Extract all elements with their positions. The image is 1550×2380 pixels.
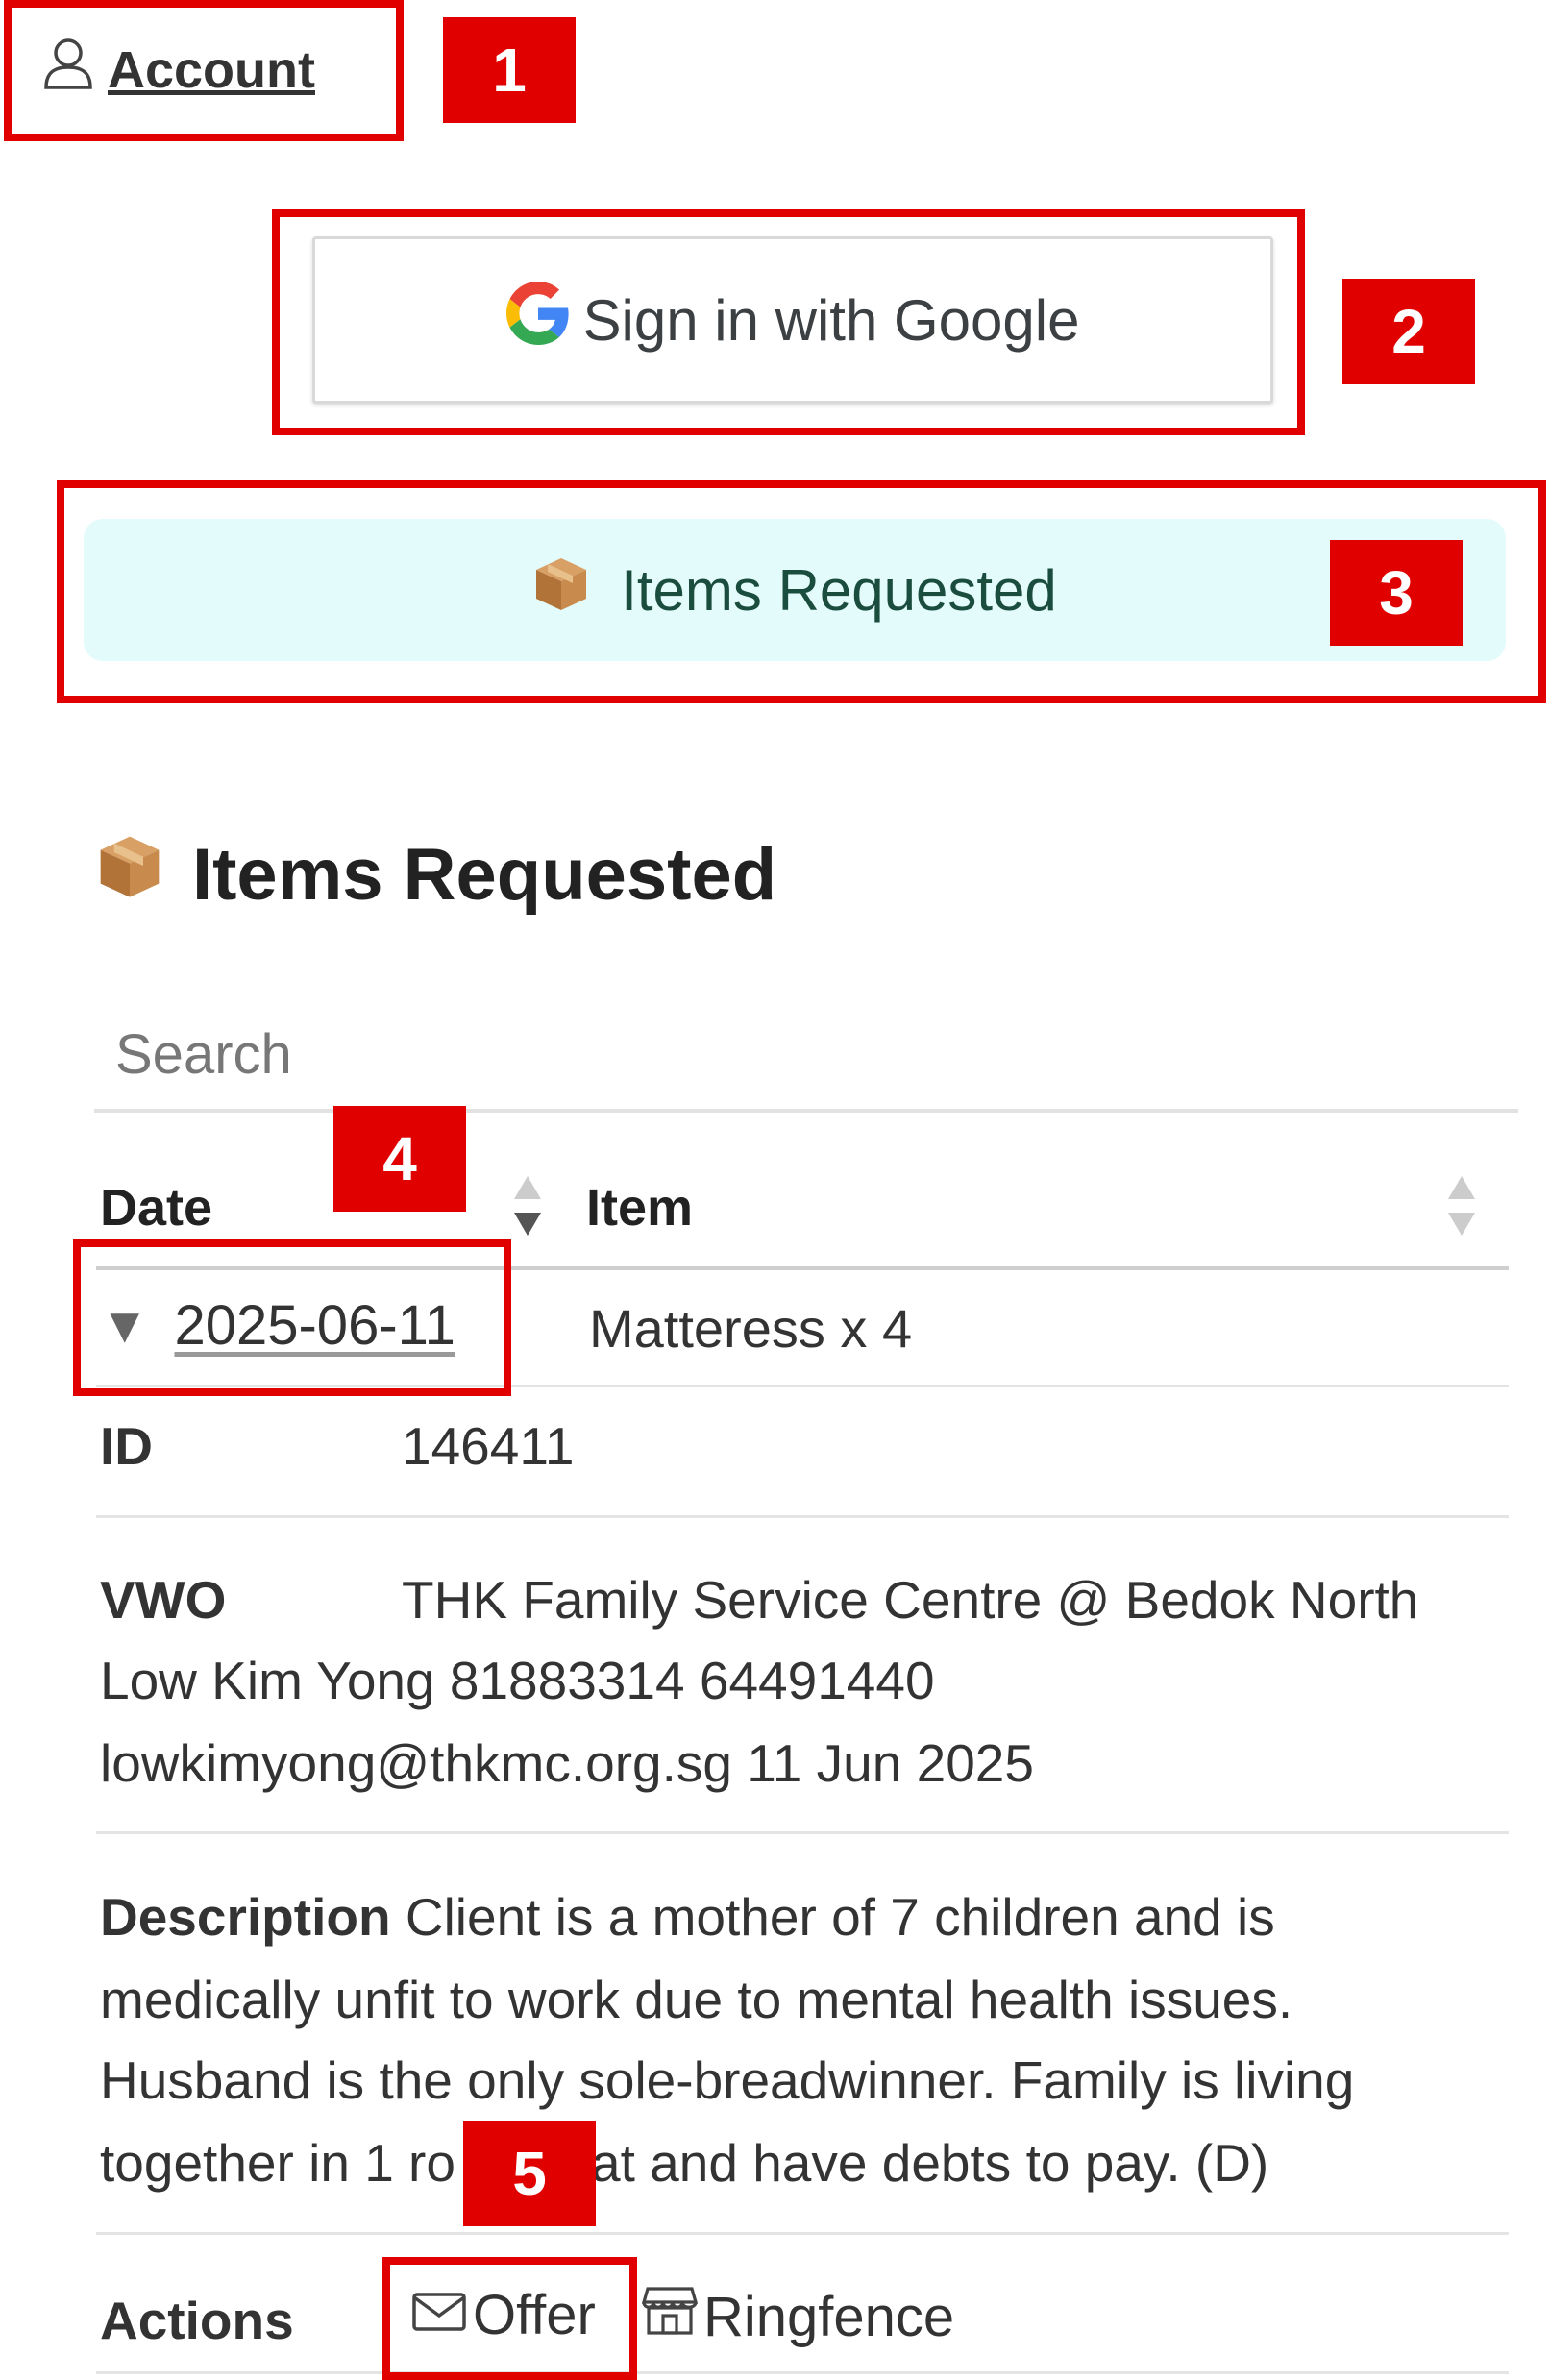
actions-label: Actions: [100, 2291, 294, 2350]
section-title: Items Requested: [192, 833, 777, 916]
annotation-badge-2: 2: [1342, 279, 1475, 384]
ringfence-button[interactable]: Ringfence: [641, 2283, 955, 2350]
annotation-box-1: [4, 0, 404, 141]
annotation-box-3: [57, 480, 1546, 703]
description-line4b: at and have debts to pay. (D): [591, 2133, 1269, 2193]
vwo-line2: Low Kim Yong 81883314 64491440: [100, 1651, 935, 1710]
id-label: ID: [100, 1416, 153, 1476]
annotation-box-4: [73, 1239, 511, 1396]
search-input[interactable]: [94, 999, 1518, 1113]
vwo-label: VWO: [100, 1570, 227, 1630]
row-item: Matteress x 4: [589, 1298, 913, 1359]
vwo-line1: THK Family Service Centre @ Bedok North: [402, 1570, 1419, 1630]
annotation-badge-5: 5: [463, 2121, 596, 2226]
annotation-badge-3: 3: [1330, 540, 1463, 646]
date-column-header[interactable]: Date: [100, 1178, 212, 1238]
id-value: 146411: [402, 1416, 575, 1476]
row-divider: [96, 2371, 1509, 2374]
description-line4a: together in 1 ro: [100, 2133, 455, 2193]
sort-arrows-icon[interactable]: [1444, 1174, 1479, 1238]
row-divider: [96, 1515, 1509, 1518]
store-icon: [641, 2283, 699, 2350]
page-title: Items Requested: [96, 832, 776, 917]
vwo-line3: lowkimyong@thkmc.org.sg 11 Jun 2025: [100, 1733, 1034, 1793]
sort-arrows-icon[interactable]: [510, 1174, 545, 1238]
annotation-badge-1: 1: [443, 17, 576, 123]
ringfence-label: Ringfence: [703, 2285, 955, 2348]
package-box-icon: [96, 832, 163, 917]
annotation-badge-4: 4: [333, 1106, 466, 1212]
annotation-box-2: [272, 209, 1305, 435]
description-line1: Description Client is a mother of 7 chil…: [100, 1887, 1275, 1947]
row-divider: [96, 1831, 1509, 1834]
description-label: Description: [100, 1887, 391, 1947]
item-column-header[interactable]: Item: [586, 1178, 693, 1238]
description-line3: Husband is the only sole-breadwinner. Fa…: [100, 2050, 1355, 2110]
annotation-box-5: [382, 2257, 637, 2380]
row-divider: [96, 2232, 1509, 2235]
description-line2: medically unfit to work due to mental he…: [100, 1970, 1293, 2029]
